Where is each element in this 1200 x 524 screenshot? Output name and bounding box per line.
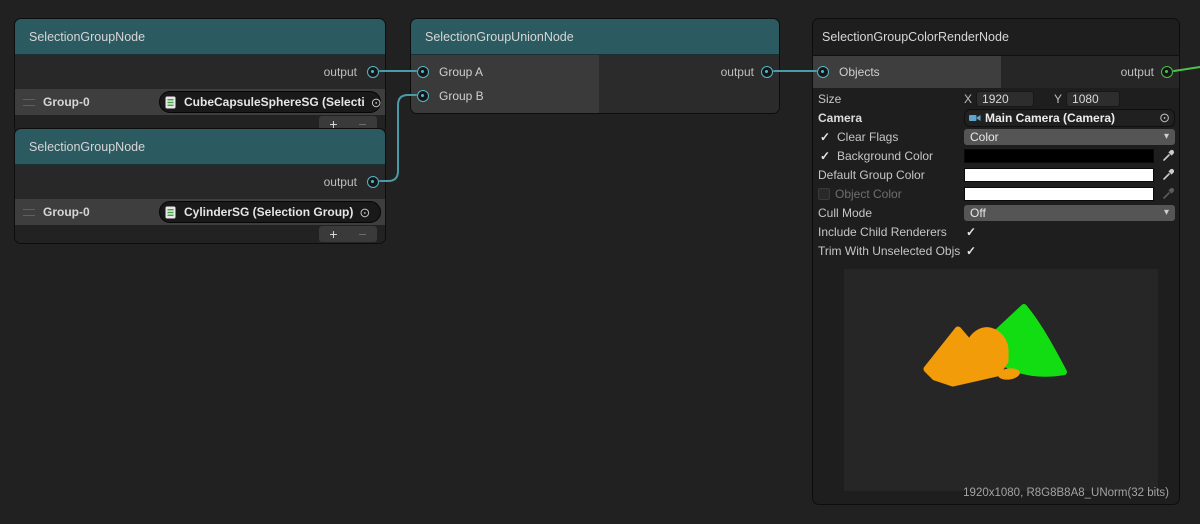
default-group-color-label: Default Group Color [818, 168, 925, 182]
camera-field-value: Main Camera (Camera) [985, 111, 1157, 125]
camera-row: Camera Main Camera (Camera) ⊙ [813, 108, 1179, 127]
background-color-row: ✓ Background Color [813, 146, 1179, 165]
node-header[interactable]: SelectionGroupColorRenderNode [813, 19, 1179, 56]
selection-group-asset-icon [165, 96, 176, 109]
remove-group-button[interactable]: − [358, 227, 366, 241]
object-field[interactable]: CubeCapsuleSphereSG (Selecti ⊙ [159, 91, 381, 113]
group-name: Group-0 [43, 205, 90, 219]
node-header[interactable]: SelectionGroupUnionNode [411, 19, 779, 55]
selection-group-node-2[interactable]: SelectionGroupNode output Group-0 Cylind… [14, 128, 386, 244]
output-row: output [15, 165, 385, 199]
camera-object-field[interactable]: Main Camera (Camera) ⊙ [964, 109, 1175, 127]
add-group-button[interactable]: + [329, 227, 337, 241]
group-row[interactable]: Group-0 CubeCapsuleSphereSG (Selecti ⊙ [15, 89, 385, 115]
object-picker-icon[interactable]: ⊙ [371, 96, 382, 109]
object-color-label: Object Color [835, 187, 902, 201]
node-title: SelectionGroupNode [29, 30, 145, 44]
drag-handle-icon[interactable] [23, 99, 35, 106]
size-label: Size [818, 92, 841, 106]
include-child-renderers-label: Include Child Renderers [818, 225, 947, 239]
object-field-value: CubeCapsuleSphereSG (Selecti [184, 95, 365, 109]
default-group-color-row: Default Group Color [813, 165, 1179, 184]
output-port-label: output [1121, 65, 1154, 79]
include-child-renderers-row: Include Child Renderers ✓ [813, 222, 1179, 241]
list-buttons: + − [319, 226, 377, 242]
node-header[interactable]: SelectionGroupNode [15, 19, 385, 55]
input-row-group-b: Group B [411, 84, 779, 108]
default-group-color-swatch[interactable] [964, 168, 1154, 182]
eyedropper-icon[interactable] [1162, 168, 1175, 181]
input-port-label: Objects [839, 65, 880, 79]
cull-mode-label: Cull Mode [818, 206, 872, 220]
selection-group-node-1[interactable]: SelectionGroupNode output Group-0 CubeCa… [14, 18, 386, 134]
preview-orange-shape [927, 330, 1005, 383]
output-port[interactable] [367, 176, 379, 188]
drag-handle-icon[interactable] [23, 209, 35, 216]
object-field[interactable]: CylinderSG (Selection Group) ⊙ [159, 201, 381, 223]
clear-flags-dropdown[interactable]: Color ▾ [964, 129, 1175, 145]
node-title: SelectionGroupUnionNode [425, 30, 574, 44]
camera-icon [969, 113, 981, 123]
selection-group-union-node[interactable]: SelectionGroupUnionNode Group A Group B … [410, 18, 780, 114]
output-port[interactable] [1161, 66, 1173, 78]
chevron-down-icon: ▾ [1164, 207, 1169, 218]
object-color-row: Object Color [813, 184, 1179, 203]
node-title: SelectionGroupNode [29, 140, 145, 154]
size-x-field[interactable]: 1920 [976, 91, 1034, 107]
cull-mode-value: Off [970, 206, 986, 220]
output-port-label: output [324, 175, 357, 189]
selection-group-color-render-node[interactable]: SelectionGroupColorRenderNode Objects ou… [812, 18, 1180, 505]
node-graph-canvas[interactable]: SelectionGroupNode output Group-0 CubeCa… [0, 0, 1200, 524]
input-port-group-a[interactable] [417, 66, 429, 78]
preview-format-caption: 1920x1080, R8G8B8A8_UNorm(32 bits) [963, 487, 1169, 499]
camera-label: Camera [818, 111, 862, 125]
include-child-renderers-checkbox[interactable]: ✓ [964, 225, 978, 239]
size-y-label: Y [1054, 92, 1062, 106]
clear-flags-value: Color [970, 130, 999, 144]
eyedropper-icon[interactable] [1162, 149, 1175, 162]
camera-picker-icon[interactable]: ⊙ [1159, 111, 1170, 124]
group-name: Group-0 [43, 95, 90, 109]
background-color-swatch[interactable] [964, 149, 1154, 163]
group-row[interactable]: Group-0 CylinderSG (Selection Group) ⊙ [15, 199, 385, 225]
clear-flags-row: ✓ Clear Flags Color ▾ [813, 127, 1179, 146]
object-color-swatch [964, 187, 1154, 201]
trim-with-unselected-checkbox[interactable]: ✓ [964, 244, 978, 258]
object-field-value: CylinderSG (Selection Group) [184, 205, 353, 219]
union-node-body: Group A Group B output [411, 55, 779, 113]
render-preview-image [844, 269, 1158, 491]
list-footer: + − [15, 225, 385, 243]
node-title: SelectionGroupColorRenderNode [822, 30, 1009, 44]
size-row: Size X 1920 Y 1080 [813, 89, 1179, 108]
output-row: output [15, 55, 385, 89]
trim-with-unselected-row: Trim With Unselected Objs ✓ [813, 241, 1179, 260]
background-color-label: Background Color [837, 149, 933, 163]
output-port-label: output [721, 65, 754, 79]
size-x-label: X [964, 92, 972, 106]
cull-mode-dropdown[interactable]: Off ▾ [964, 205, 1175, 221]
clear-flags-checkbox[interactable]: ✓ [818, 130, 832, 144]
clear-flags-label: Clear Flags [837, 130, 898, 144]
output-port[interactable] [761, 66, 773, 78]
object-color-checkbox[interactable] [818, 188, 830, 200]
background-color-checkbox[interactable]: ✓ [818, 149, 832, 163]
output-port[interactable] [367, 66, 379, 78]
input-port-label: Group B [439, 89, 484, 103]
input-port-group-b[interactable] [417, 90, 429, 102]
input-port-label: Group A [439, 65, 483, 79]
chevron-down-icon: ▾ [1164, 131, 1169, 142]
trim-with-unselected-label: Trim With Unselected Objs [818, 244, 960, 258]
selection-group-asset-icon [165, 206, 176, 219]
objects-port-row: Objects output [813, 56, 1179, 88]
cull-mode-row: Cull Mode Off ▾ [813, 203, 1179, 222]
input-port-objects[interactable] [817, 66, 829, 78]
object-picker-icon[interactable]: ⊙ [359, 206, 370, 219]
output-port-label: output [324, 65, 357, 79]
size-y-field[interactable]: 1080 [1066, 91, 1120, 107]
node-inspector: Size X 1920 Y 1080 Camera Main Camera (C… [813, 89, 1179, 260]
node-header[interactable]: SelectionGroupNode [15, 129, 385, 165]
eyedropper-icon [1162, 187, 1175, 200]
